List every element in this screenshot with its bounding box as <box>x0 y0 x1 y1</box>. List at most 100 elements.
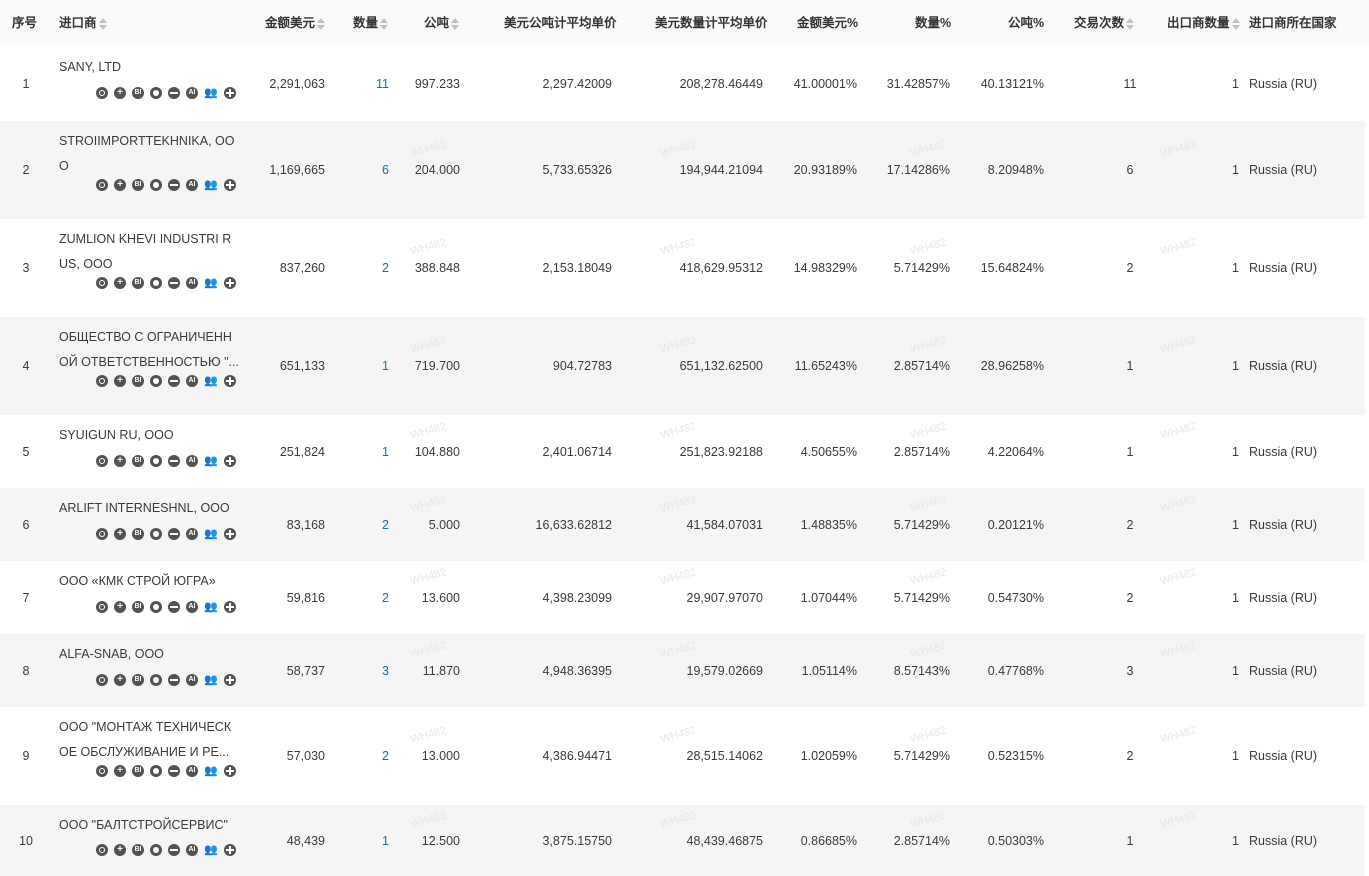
importer-name-link[interactable]: SANY, LTD <box>59 55 239 80</box>
add-circle-icon[interactable] <box>114 375 126 387</box>
importer-name-link[interactable]: ARLIFT INTERNESHNL, OOO <box>59 496 239 521</box>
people-icon[interactable]: 👥 <box>204 455 218 467</box>
ai-icon[interactable]: AI <box>186 601 198 613</box>
record-icon[interactable] <box>150 375 162 387</box>
grid-globe-icon[interactable] <box>224 528 236 540</box>
record-icon[interactable] <box>150 765 162 777</box>
importer-name-link[interactable]: ZUMLION KHEVI INDUSTRI RUS, OOO <box>59 227 239 277</box>
ai-icon[interactable]: AI <box>186 528 198 540</box>
record-icon[interactable] <box>150 528 162 540</box>
add-circle-icon[interactable] <box>114 528 126 540</box>
bi-icon[interactable]: BI <box>132 844 144 856</box>
sort-icon[interactable] <box>451 17 460 30</box>
bi-icon[interactable]: BI <box>132 528 144 540</box>
importer-name-link[interactable]: STROIIMPORTTEKHNIKA, OOO <box>59 129 239 179</box>
bi-icon[interactable]: BI <box>132 277 144 289</box>
bi-icon[interactable]: BI <box>132 87 144 99</box>
grid-globe-icon[interactable] <box>224 601 236 613</box>
ai-icon[interactable]: AI <box>186 455 198 467</box>
record-icon[interactable] <box>150 179 162 191</box>
cell-quantity[interactable]: 11 <box>349 75 389 93</box>
globe-icon[interactable] <box>168 844 180 856</box>
bi-icon[interactable]: BI <box>132 179 144 191</box>
ai-icon[interactable]: AI <box>186 277 198 289</box>
cell-quantity[interactable]: 1 <box>349 443 389 461</box>
ai-icon[interactable]: AI <box>186 844 198 856</box>
sort-icon[interactable] <box>1231 17 1240 30</box>
add-circle-icon[interactable] <box>114 277 126 289</box>
record-icon[interactable] <box>150 455 162 467</box>
grid-globe-icon[interactable] <box>224 87 236 99</box>
cell-quantity[interactable]: 6 <box>349 161 389 179</box>
cell-quantity[interactable]: 2 <box>349 259 389 277</box>
add-circle-icon[interactable] <box>114 674 126 686</box>
sort-icon[interactable] <box>98 17 107 30</box>
globe-icon[interactable] <box>168 528 180 540</box>
record-icon[interactable] <box>150 844 162 856</box>
add-circle-icon[interactable] <box>114 87 126 99</box>
people-icon[interactable]: 👥 <box>204 674 218 686</box>
ai-icon[interactable]: AI <box>186 375 198 387</box>
target-icon[interactable] <box>96 455 108 467</box>
header-exporters[interactable]: 出口商数量 <box>1167 14 1240 32</box>
cell-quantity[interactable]: 1 <box>349 357 389 375</box>
record-icon[interactable] <box>150 674 162 686</box>
globe-icon[interactable] <box>168 375 180 387</box>
people-icon[interactable]: 👥 <box>204 844 218 856</box>
bi-icon[interactable]: BI <box>132 674 144 686</box>
importer-name-link[interactable]: ALFA-SNAB, OOO <box>59 642 239 667</box>
bi-icon[interactable]: BI <box>132 765 144 777</box>
grid-globe-icon[interactable] <box>224 277 236 289</box>
ai-icon[interactable]: AI <box>186 87 198 99</box>
target-icon[interactable] <box>96 375 108 387</box>
target-icon[interactable] <box>96 601 108 613</box>
ai-icon[interactable]: AI <box>186 674 198 686</box>
people-icon[interactable]: 👥 <box>204 277 218 289</box>
globe-icon[interactable] <box>168 601 180 613</box>
people-icon[interactable]: 👥 <box>204 765 218 777</box>
header-amount-usd[interactable]: 金额美元 <box>265 14 326 32</box>
globe-icon[interactable] <box>168 765 180 777</box>
grid-globe-icon[interactable] <box>224 179 236 191</box>
record-icon[interactable] <box>150 87 162 99</box>
people-icon[interactable]: 👥 <box>204 601 218 613</box>
people-icon[interactable]: 👥 <box>204 179 218 191</box>
globe-icon[interactable] <box>168 179 180 191</box>
target-icon[interactable] <box>96 844 108 856</box>
grid-globe-icon[interactable] <box>224 674 236 686</box>
record-icon[interactable] <box>150 601 162 613</box>
importer-name-link[interactable]: SYUIGUN RU, OOO <box>59 423 239 448</box>
header-tonnes[interactable]: 公吨 <box>424 14 460 32</box>
target-icon[interactable] <box>96 528 108 540</box>
cell-quantity[interactable]: 3 <box>349 662 389 680</box>
bi-icon[interactable]: BI <box>132 375 144 387</box>
target-icon[interactable] <box>96 765 108 777</box>
globe-icon[interactable] <box>168 87 180 99</box>
target-icon[interactable] <box>96 87 108 99</box>
sort-icon[interactable] <box>317 17 326 30</box>
globe-icon[interactable] <box>168 674 180 686</box>
target-icon[interactable] <box>96 179 108 191</box>
record-icon[interactable] <box>150 277 162 289</box>
grid-globe-icon[interactable] <box>224 765 236 777</box>
ai-icon[interactable]: AI <box>186 765 198 777</box>
header-trades[interactable]: 交易次数 <box>1074 14 1135 32</box>
importer-name-link[interactable]: ООО "МОНТАЖ ТЕХНИЧЕСКОЕ ОБСЛУЖИВАНИЕ И Р… <box>59 715 239 765</box>
add-circle-icon[interactable] <box>114 179 126 191</box>
people-icon[interactable]: 👥 <box>204 528 218 540</box>
grid-globe-icon[interactable] <box>224 375 236 387</box>
header-quantity[interactable]: 数量 <box>353 14 389 32</box>
sort-icon[interactable] <box>1126 17 1135 30</box>
grid-globe-icon[interactable] <box>224 844 236 856</box>
target-icon[interactable] <box>96 674 108 686</box>
sort-icon[interactable] <box>380 17 389 30</box>
grid-globe-icon[interactable] <box>224 455 236 467</box>
header-importer[interactable]: 进口商 <box>59 14 107 32</box>
cell-quantity[interactable]: 2 <box>349 747 389 765</box>
bi-icon[interactable]: BI <box>132 455 144 467</box>
people-icon[interactable]: 👥 <box>204 87 218 99</box>
importer-name-link[interactable]: ООО "БАЛТСТРОЙСЕРВИС" <box>59 813 239 838</box>
add-circle-icon[interactable] <box>114 844 126 856</box>
ai-icon[interactable]: AI <box>186 179 198 191</box>
cell-quantity[interactable]: 2 <box>349 516 389 534</box>
